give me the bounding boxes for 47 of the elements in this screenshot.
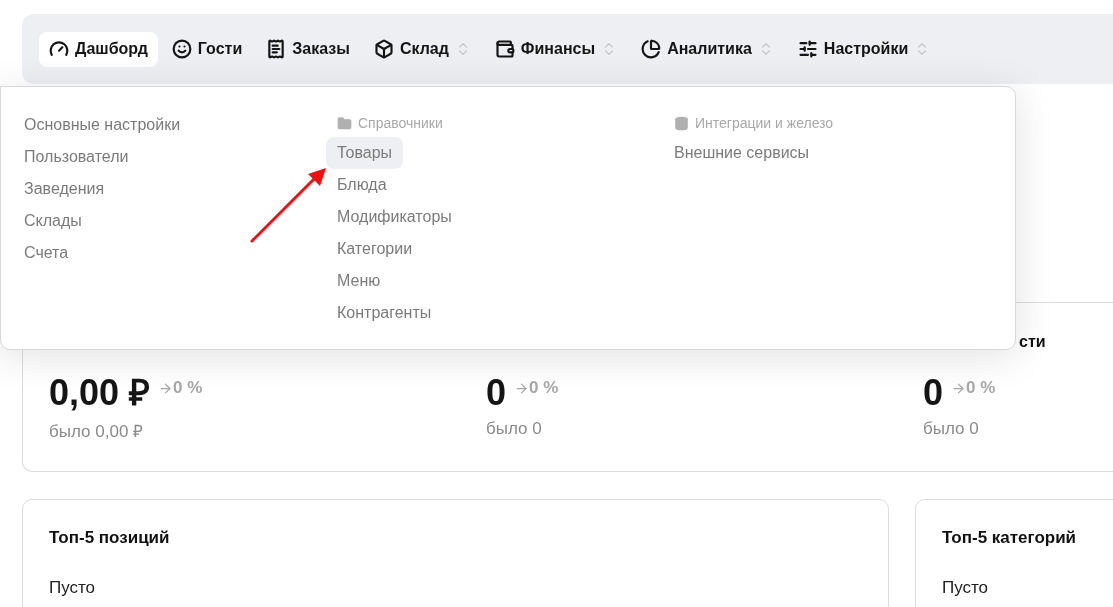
card-title: Топ-5 категорий bbox=[942, 528, 1078, 548]
stat-delta: 0 % bbox=[173, 378, 203, 398]
database-icon bbox=[674, 115, 689, 131]
stat-value: 0 bbox=[486, 373, 507, 413]
menu-item[interactable]: Счета bbox=[13, 237, 80, 269]
nav-tab[interactable]: Настройки bbox=[787, 31, 941, 67]
menu-item[interactable]: Модификаторы bbox=[326, 201, 463, 233]
stat-value: 0 bbox=[923, 373, 944, 413]
empty-text: Пусто bbox=[942, 578, 990, 598]
menu-item[interactable]: Внешние сервисы bbox=[663, 137, 821, 169]
stat-value: 0,00 ₽ bbox=[49, 373, 151, 413]
sliders-icon bbox=[797, 39, 818, 59]
stat-delta: 0 % bbox=[529, 378, 559, 398]
section-title: Справочники bbox=[358, 115, 443, 131]
receipt-icon bbox=[266, 39, 287, 59]
menu-item[interactable]: Контрагенты bbox=[326, 297, 443, 329]
gauge-icon bbox=[49, 39, 69, 59]
box-icon bbox=[373, 39, 394, 59]
menu-item[interactable]: Товары bbox=[326, 137, 404, 169]
pie-chart-icon bbox=[641, 39, 662, 59]
stat-delta: 0 % bbox=[966, 378, 996, 398]
menu-item[interactable]: Склады bbox=[13, 205, 93, 237]
menu-item[interactable]: Основные настройки bbox=[13, 109, 192, 141]
section-title: Интеграции и железо bbox=[695, 115, 834, 131]
nav-tab[interactable]: Гости bbox=[161, 31, 253, 67]
card-title: Топ-5 позиций bbox=[49, 528, 171, 548]
menu-item[interactable]: Пользователи bbox=[13, 141, 140, 173]
empty-text: Пусто bbox=[49, 578, 97, 598]
nav-tab[interactable]: Финансы bbox=[484, 31, 628, 67]
menu-item[interactable]: Меню bbox=[326, 265, 392, 297]
stat-previous: было 0 bbox=[486, 419, 543, 439]
arrow-right-icon bbox=[158, 381, 174, 396]
nav-tab[interactable]: Аналитика bbox=[631, 31, 784, 67]
stat-previous: было 0,00 ₽ bbox=[49, 421, 145, 442]
folder-icon bbox=[337, 115, 352, 131]
smiley-icon bbox=[171, 39, 192, 59]
nav-tab[interactable]: Склад bbox=[363, 31, 481, 67]
arrow-right-icon bbox=[514, 381, 530, 396]
nav-tab[interactable]: Заказы bbox=[256, 31, 360, 67]
menu-item[interactable]: Блюда bbox=[326, 169, 398, 201]
menu-item[interactable]: Заведения bbox=[13, 173, 116, 205]
stat-title: сти bbox=[1019, 333, 1047, 352]
nav-tab[interactable]: Дашборд bbox=[39, 31, 158, 67]
stat-previous: было 0 bbox=[923, 419, 980, 439]
menu-item[interactable]: Категории bbox=[326, 233, 424, 265]
wallet-icon bbox=[494, 39, 515, 59]
arrow-right-icon bbox=[951, 381, 967, 396]
